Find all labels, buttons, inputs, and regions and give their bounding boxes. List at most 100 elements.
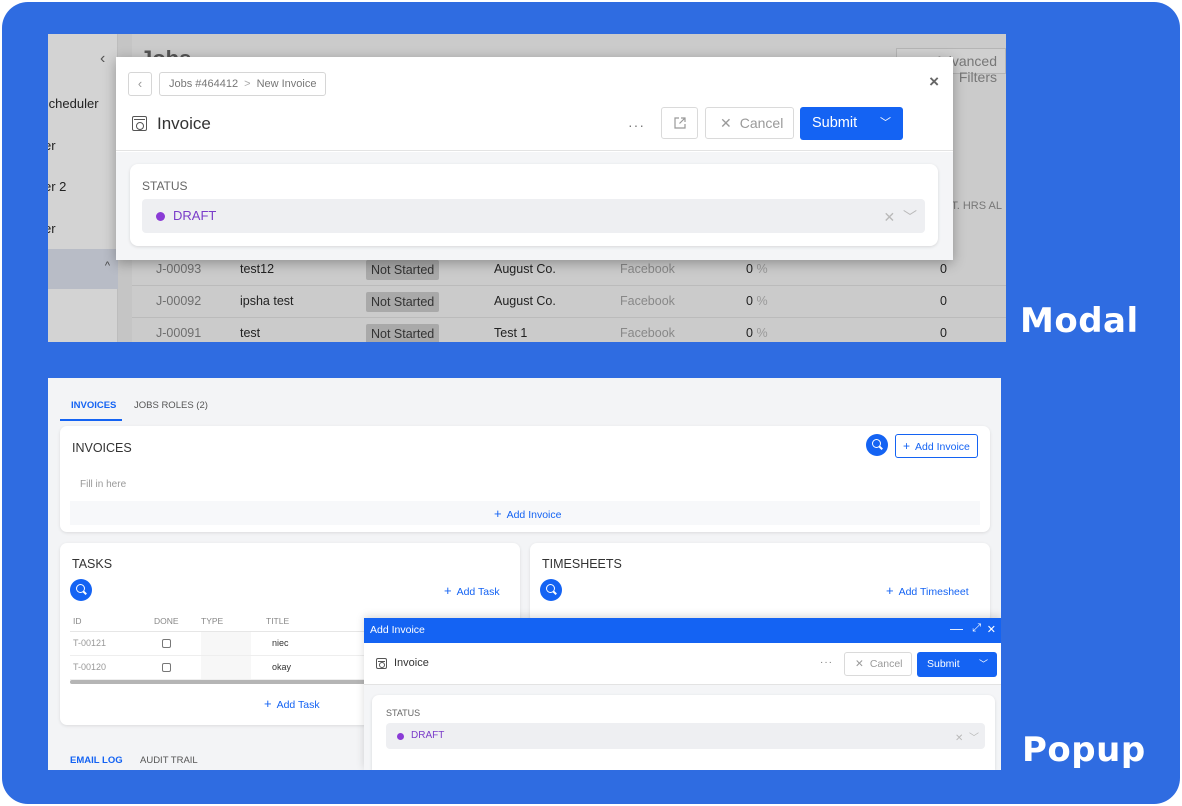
progress: 0 %: [746, 326, 768, 340]
status-select[interactable]: DRAFT ✕ ﹀: [142, 199, 925, 233]
select-controls: ✕ ﹀: [883, 207, 917, 227]
close-icon[interactable]: ✕: [987, 623, 996, 636]
plus-icon: +: [444, 583, 452, 598]
table-header: T. HRS AL: [951, 200, 1002, 212]
add-invoice-popup: Add Invoice — ⤢ ✕ Invoice ··· ✕ Cancel Su…: [364, 618, 1001, 770]
type-cell: [201, 632, 251, 655]
add-timesheet-link[interactable]: + Add Timesheet: [886, 583, 969, 598]
breadcrumb-parent[interactable]: Jobs #464412: [169, 78, 238, 90]
add-task-label: Add Task: [456, 586, 500, 598]
cancel-button[interactable]: ✕ Cancel: [844, 652, 912, 676]
sidebar-item[interactable]: er 2: [48, 179, 66, 194]
value: 0: [940, 294, 947, 308]
status-dot: [397, 733, 404, 740]
plus-icon: +: [494, 506, 502, 521]
column-header: ID: [73, 616, 82, 626]
expand-icon[interactable]: ⤢: [972, 622, 981, 635]
close-icon[interactable]: ×: [929, 72, 939, 92]
add-invoice-link[interactable]: + Add Invoice: [494, 506, 561, 521]
clear-icon[interactable]: ✕: [955, 733, 963, 744]
add-invoice-button[interactable]: + Add Invoice: [895, 434, 978, 458]
column-header: DONE: [154, 616, 179, 626]
add-task-link[interactable]: + Add Task: [444, 583, 500, 598]
progress: 0 %: [746, 294, 768, 308]
invoice-icon: [132, 116, 147, 131]
more-options-icon[interactable]: ···: [820, 657, 833, 668]
column-header: TYPE: [201, 616, 224, 626]
close-icon: ✕: [855, 658, 864, 670]
submit-label: Submit: [927, 658, 960, 670]
horizontal-scrollbar[interactable]: [70, 680, 370, 684]
tab-invoices[interactable]: INVOICES: [71, 400, 116, 411]
active-tab-indicator: [60, 419, 122, 421]
task-title: okay: [272, 662, 292, 672]
source: Facebook: [620, 326, 675, 340]
chevron-down-icon[interactable]: ﹀: [969, 733, 979, 744]
status-badge: Not Started: [366, 292, 440, 312]
minimize-icon[interactable]: —: [950, 621, 963, 636]
chevron-down-icon[interactable]: ﹀: [880, 107, 891, 140]
back-button[interactable]: ‹: [128, 72, 152, 96]
cancel-button[interactable]: ✕ Cancel: [705, 107, 794, 139]
tab-email-log[interactable]: EMAIL LOG: [70, 755, 123, 766]
sidebar-item[interactable]: Scheduler: [48, 96, 99, 111]
chevron-down-icon[interactable]: ﹀: [903, 209, 917, 225]
table-row[interactable]: J-00092 ipsha test Not Started August Co…: [132, 286, 1006, 318]
tab-audit-trail[interactable]: AUDIT TRAIL: [140, 755, 198, 766]
status-card: STATUS DRAFT ✕ ﹀: [372, 695, 995, 770]
clear-icon[interactable]: ✕: [883, 209, 895, 225]
task-title: niec: [272, 638, 289, 648]
empty-placeholder: Fill in here: [80, 479, 127, 490]
more-options-icon[interactable]: ···: [628, 117, 645, 133]
breadcrumb-current: New Invoice: [256, 78, 317, 90]
chevron-down-icon[interactable]: ﹀: [979, 652, 988, 677]
modal-header: ‹ Jobs #464412 > New Invoice × Invoice ···…: [116, 57, 953, 151]
modal-caption: Modal: [1020, 301, 1139, 341]
chevron-left-icon[interactable]: ‹: [100, 50, 105, 68]
tab-jobs-roles[interactable]: JOBS ROLES (2): [134, 400, 208, 411]
sidebar-item[interactable]: er: [48, 221, 56, 236]
status-label: STATUS: [386, 708, 421, 718]
cancel-label: Cancel: [739, 115, 784, 131]
status-value: DRAFT: [411, 730, 445, 741]
popup-titlebar[interactable]: Add Invoice — ⤢ ✕: [364, 618, 1001, 643]
status-value: DRAFT: [173, 208, 217, 223]
modal-demo-screenshot: ‹ Scheduler er er 2 er ^ Jobs Advanced F…: [48, 34, 1006, 342]
search-icon[interactable]: [540, 579, 562, 601]
sidebar-item[interactable]: er: [48, 138, 56, 153]
value: 0: [940, 262, 947, 276]
popup-header: Invoice ··· ✕ Cancel Submit ﹀: [364, 643, 1001, 685]
status-select[interactable]: DRAFT ✕ ﹀: [386, 723, 985, 749]
source: Facebook: [620, 294, 675, 308]
select-controls: ✕ ﹀: [955, 729, 979, 744]
form-title: Invoice: [394, 657, 429, 669]
invoice-icon: [376, 658, 387, 669]
breadcrumb-separator: >: [244, 78, 251, 90]
plus-icon: +: [264, 696, 272, 711]
done-checkbox[interactable]: [162, 663, 171, 672]
submit-button[interactable]: Submit ﹀: [917, 652, 997, 677]
column-header: TITLE: [266, 616, 290, 626]
search-icon[interactable]: [866, 434, 888, 456]
table-row[interactable]: J-00091 test Not Started Test 1 Facebook…: [132, 318, 1006, 342]
external-link-icon: [673, 117, 686, 129]
progress: 0 %: [746, 262, 768, 276]
chevron-up-icon: ^: [104, 260, 110, 272]
search-icon[interactable]: [70, 579, 92, 601]
open-external-button[interactable]: [661, 107, 698, 139]
job-name: test: [240, 326, 261, 340]
done-checkbox[interactable]: [162, 639, 171, 648]
submit-button[interactable]: Submit ﹀: [800, 107, 903, 140]
add-invoice-link-label: Add Invoice: [506, 509, 562, 521]
status-dot: [156, 212, 165, 221]
submit-label: Submit: [812, 115, 858, 131]
popup-title: Add Invoice: [370, 624, 425, 636]
client-name: Test 1: [494, 326, 528, 340]
type-cell: [201, 656, 251, 679]
status-label: STATUS: [142, 179, 188, 193]
invoice-modal: ‹ Jobs #464412 > New Invoice × Invoice ···…: [116, 57, 953, 260]
add-task-link[interactable]: + Add Task: [264, 696, 320, 711]
task-id: T-00120: [73, 662, 107, 672]
status-badge: Not Started: [366, 324, 440, 342]
sidebar-item-active[interactable]: ^: [48, 249, 118, 289]
